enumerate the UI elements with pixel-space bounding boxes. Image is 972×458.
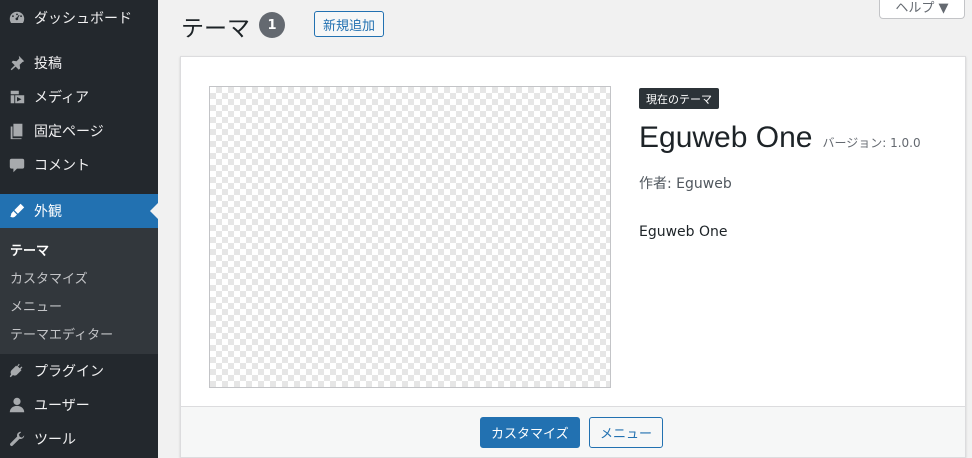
sidebar-item-label: 投稿 xyxy=(34,56,62,72)
plugins-icon xyxy=(0,362,34,380)
sidebar-item-media[interactable]: メディア xyxy=(0,80,158,114)
sidebar-item-plugins[interactable]: プラグイン xyxy=(0,354,158,388)
media-icon xyxy=(0,88,34,106)
sidebar-item-pages[interactable]: 固定ページ xyxy=(0,114,158,148)
submenu-item-theme-editor[interactable]: テーマエディター xyxy=(0,319,158,347)
comments-icon xyxy=(0,156,34,174)
admin-sidebar: ダッシュボード 投稿 メディア 固定ページ コメント 外観 テーマ カスタマイズ… xyxy=(0,0,158,458)
sidebar-item-label: プラグイン xyxy=(34,364,104,380)
appearance-submenu: テーマ カスタマイズ メニュー テーマエディター xyxy=(0,228,158,354)
theme-actions: カスタマイズ メニュー xyxy=(181,406,965,457)
submenu-item-themes[interactable]: テーマ xyxy=(0,235,158,263)
active-theme-card: 現在のテーマ Eguweb One バージョン: 1.0.0 作者: Eguwe… xyxy=(180,56,966,458)
theme-name: Eguweb One xyxy=(639,121,813,154)
users-icon xyxy=(0,396,34,414)
theme-screenshot xyxy=(209,86,611,388)
submenu-item-customize[interactable]: カスタマイズ xyxy=(0,263,158,291)
appearance-icon xyxy=(0,202,34,220)
sidebar-item-label: ツール xyxy=(34,432,76,448)
sidebar-item-users[interactable]: ユーザー xyxy=(0,388,158,422)
sidebar-item-label: ユーザー xyxy=(34,398,90,414)
sidebar-item-tools[interactable]: ツール xyxy=(0,422,158,456)
current-theme-badge: 現在のテーマ xyxy=(639,88,719,109)
tools-icon xyxy=(0,430,34,448)
sidebar-item-appearance[interactable]: 外観 xyxy=(0,194,158,228)
customize-button[interactable]: カスタマイズ xyxy=(480,417,580,448)
pin-icon xyxy=(0,54,34,72)
sidebar-item-dashboard[interactable]: ダッシュボード xyxy=(0,1,158,35)
sidebar-item-label: メディア xyxy=(34,90,90,106)
theme-description: Eguweb One xyxy=(639,224,728,240)
add-new-button[interactable]: 新規追加 xyxy=(314,11,385,37)
sidebar-item-label: 外観 xyxy=(34,204,62,220)
theme-version: バージョン: 1.0.0 xyxy=(822,136,921,150)
theme-count-badge: 1 xyxy=(259,12,285,38)
submenu-item-menus[interactable]: メニュー xyxy=(0,291,158,319)
sidebar-item-comments[interactable]: コメント xyxy=(0,148,158,182)
sidebar-item-posts[interactable]: 投稿 xyxy=(0,46,158,80)
sidebar-item-label: 固定ページ xyxy=(34,124,104,140)
theme-name-row: Eguweb One バージョン: 1.0.0 xyxy=(639,121,921,155)
sidebar-item-label: コメント xyxy=(34,158,90,174)
dashboard-icon xyxy=(0,9,34,27)
pages-icon xyxy=(0,122,34,140)
help-button[interactable]: ヘルプ ▼ xyxy=(879,0,965,19)
sidebar-item-label: ダッシュボード xyxy=(34,11,132,27)
theme-author: 作者: Eguweb xyxy=(639,176,732,192)
page-title: テーマ xyxy=(181,16,250,42)
menus-button[interactable]: メニュー xyxy=(589,417,664,448)
